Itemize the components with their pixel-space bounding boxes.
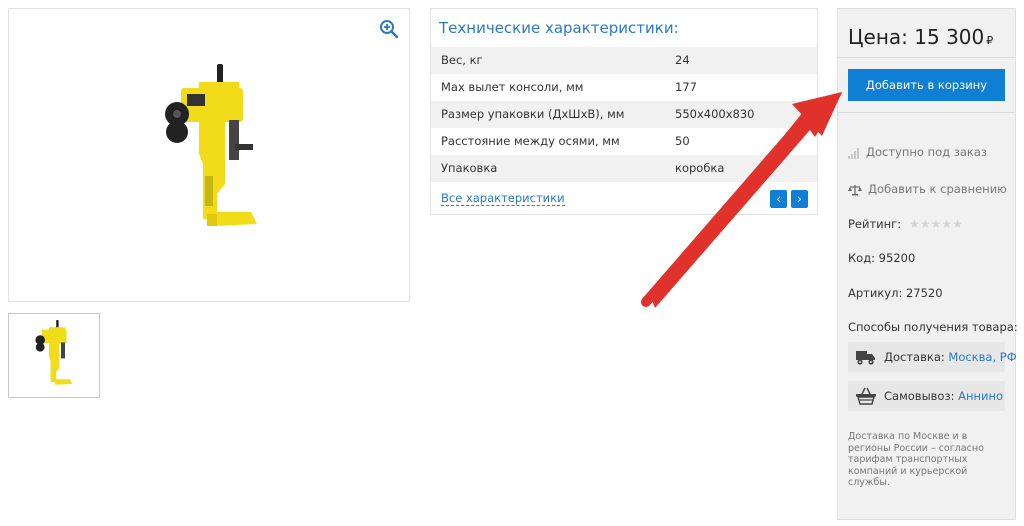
spec-name: Расстояние между осями, мм (441, 134, 620, 148)
purchase-sidebar: Цена: 15 300 ₽ Добавить в корзину Доступн… (837, 8, 1018, 520)
next-button[interactable]: › (791, 190, 808, 208)
spec-value: 177 (675, 80, 697, 94)
spec-row: Размер упаковки (ДxШxВ), мм 550x400x830 (431, 101, 817, 128)
divider (838, 57, 1015, 58)
specs-title: Технические характеристики: (439, 19, 679, 37)
product-image[interactable] (159, 64, 269, 244)
product-article: Артикул: 27520 (848, 286, 943, 300)
spec-value: коробка (675, 161, 725, 175)
compare-text: Добавить к сравнению (868, 182, 1007, 196)
availability: Доступно под заказ (848, 145, 987, 159)
zoom-in-icon[interactable] (379, 19, 399, 39)
chevron-left-icon: ‹ (776, 192, 781, 206)
delivery-option[interactable]: Доставка: Москва, РФ (848, 342, 1017, 372)
pickup-link[interactable]: Аннино (958, 389, 1003, 403)
product-thumbnail[interactable] (8, 313, 100, 398)
delivery-label: Доставка: (884, 350, 945, 364)
truck-icon (856, 351, 875, 365)
spec-name: Вес, кг (441, 53, 483, 67)
spec-row: Упаковка коробка (431, 155, 817, 182)
chevron-right-icon: › (797, 192, 802, 206)
pickup-option[interactable]: Самовывоз: Аннино (848, 381, 1005, 411)
delivery-note: Доставка по Москве и в регионы России – … (848, 431, 984, 488)
scales-icon (848, 184, 862, 195)
spec-value: 50 (675, 134, 690, 148)
signal-bars-icon (848, 147, 859, 159)
spec-row: Вес, кг 24 (431, 47, 817, 74)
compare-link[interactable]: Добавить к сравнению (848, 182, 1007, 196)
specs-panel: Технические характеристики: Вес, кг 24 M… (430, 8, 818, 215)
price: Цена: 15 300 ₽ (848, 25, 993, 49)
availability-text: Доступно под заказ (866, 145, 988, 159)
prev-button[interactable]: ‹ (770, 190, 787, 208)
pickup-text: Самовывоз: Аннино (884, 389, 1003, 403)
price-value: Цена: 15 300 (848, 25, 985, 49)
spec-name: Упаковка (441, 161, 498, 175)
rating: Рейтинг: ★★★★★ (848, 217, 963, 231)
add-to-cart-button[interactable]: Добавить в корзину (848, 69, 1005, 101)
product-code: Код: 95200 (848, 251, 916, 265)
spec-name: Размер упаковки (ДxШxВ), мм (441, 107, 625, 121)
rating-label: Рейтинг: (848, 217, 902, 231)
spec-name: Max вылет консоли, мм (441, 80, 584, 94)
product-gallery (8, 8, 410, 302)
delivery-link[interactable]: Москва, РФ (948, 350, 1016, 364)
basket-icon (856, 387, 876, 405)
delivery-text: Доставка: Москва, РФ (884, 350, 1017, 364)
spec-value: 550x400x830 (675, 107, 755, 121)
divider (838, 112, 1015, 113)
currency-symbol: ₽ (986, 34, 994, 47)
thumbnail-image (35, 320, 73, 385)
pickup-label: Самовывоз: (884, 389, 955, 403)
all-specs-link[interactable]: Все характеристики (441, 191, 565, 206)
spec-row: Max вылет консоли, мм 177 (431, 74, 817, 101)
spec-row: Расстояние между осями, мм 50 (431, 128, 817, 155)
delivery-methods-title: Способы получения товара: (848, 320, 1018, 334)
spec-value: 24 (675, 53, 690, 67)
star-icon[interactable]: ★★★★★ (909, 217, 963, 231)
